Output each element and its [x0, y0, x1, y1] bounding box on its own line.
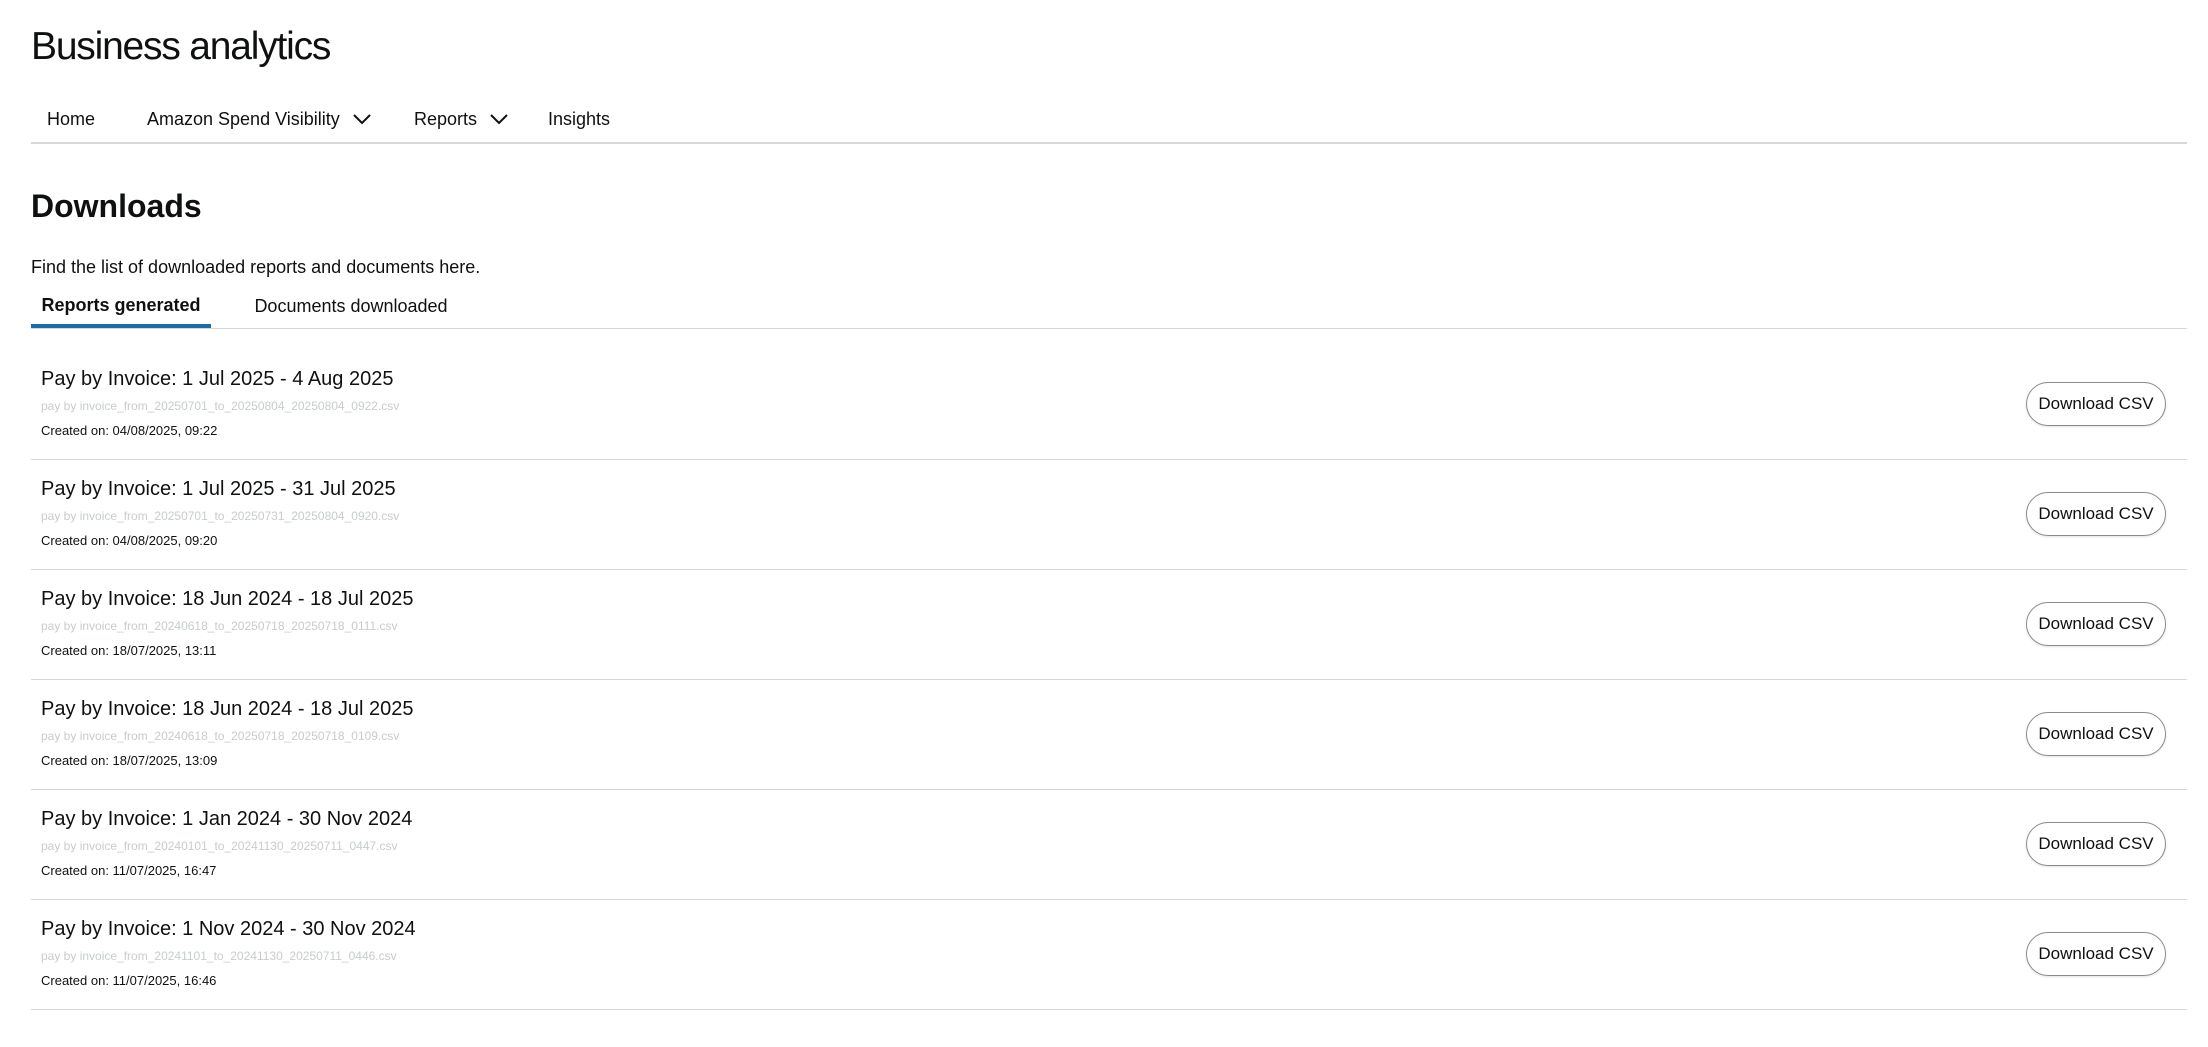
report-row: Pay by Invoice: 18 Jun 2024 - 18 Jul 202… — [31, 680, 2187, 790]
report-filename: pay by invoice_from_20250701_to_20250804… — [41, 399, 400, 413]
nav-item-label: Amazon Spend Visibility — [147, 108, 340, 129]
report-filename: pay by invoice_from_20241101_to_20241130… — [41, 949, 397, 963]
chevron-down-icon — [353, 114, 371, 125]
report-row: Pay by Invoice: 1 Nov 2024 - 30 Nov 2024… — [31, 900, 2187, 1010]
download-csv-button[interactable]: Download CSV — [2026, 602, 2166, 646]
report-filename: pay by invoice_from_20250701_to_20250731… — [41, 509, 400, 523]
download-csv-button[interactable]: Download CSV — [2026, 492, 2166, 536]
report-created-date: Created on: 11/07/2025, 16:46 — [41, 973, 217, 988]
report-row: Pay by Invoice: 18 Jun 2024 - 18 Jul 202… — [31, 570, 2187, 680]
report-list: Pay by Invoice: 1 Jul 2025 - 4 Aug 2025 … — [31, 350, 2187, 1010]
download-csv-button[interactable]: Download CSV — [2026, 382, 2166, 426]
report-row: Pay by Invoice: 1 Jul 2025 - 4 Aug 2025 … — [31, 350, 2187, 460]
nav-item-label: Reports — [414, 108, 478, 129]
nav-item-label: Home — [47, 108, 96, 129]
nav-item-label: Insights — [548, 108, 611, 129]
downloads-description: Find the list of downloaded reports and … — [31, 257, 481, 277]
report-created-date: Created on: 04/08/2025, 09:20 — [41, 533, 218, 548]
report-title: Pay by Invoice: 1 Jul 2025 - 4 Aug 2025 — [41, 368, 394, 390]
download-csv-button[interactable]: Download CSV — [2026, 932, 2166, 976]
report-filename: pay by invoice_from_20240618_to_20250718… — [41, 729, 400, 743]
report-title: Pay by Invoice: 1 Jan 2024 - 30 Nov 2024 — [41, 808, 413, 830]
report-created-date: Created on: 18/07/2025, 13:09 — [41, 753, 218, 768]
report-filename: pay by invoice_from_20240101_to_20241130… — [41, 839, 398, 853]
nav-item-amazon-spend-visibility[interactable]: Amazon Spend Visibility — [147, 96, 372, 142]
report-row: Pay by Invoice: 1 Jan 2024 - 30 Nov 2024… — [31, 790, 2187, 900]
tab-documents-downloaded[interactable]: Documents downloaded — [227, 286, 475, 326]
report-created-date: Created on: 04/08/2025, 09:22 — [41, 423, 218, 438]
report-created-date: Created on: 18/07/2025, 13:11 — [41, 643, 217, 658]
app-title: Business analytics — [31, 25, 331, 68]
nav-item-insights[interactable]: Insights — [548, 96, 610, 142]
nav-item-home[interactable]: Home — [47, 96, 95, 142]
tab-reports-generated[interactable]: Reports generated — [31, 286, 211, 328]
downloads-tabs: Reports generated Documents downloaded — [31, 286, 2187, 329]
nav-item-reports[interactable]: Reports — [414, 96, 509, 142]
report-title: Pay by Invoice: 1 Jul 2025 - 31 Jul 2025 — [41, 478, 396, 500]
report-created-date: Created on: 11/07/2025, 16:47 — [41, 863, 217, 878]
downloads-heading: Downloads — [31, 188, 202, 224]
report-title: Pay by Invoice: 18 Jun 2024 - 18 Jul 202… — [41, 588, 414, 610]
top-navigation: Home Amazon Spend Visibility Reports Ins… — [31, 96, 2187, 144]
report-row: Pay by Invoice: 1 Jul 2025 - 31 Jul 2025… — [31, 460, 2187, 570]
report-title: Pay by Invoice: 18 Jun 2024 - 18 Jul 202… — [41, 698, 414, 720]
download-csv-button[interactable]: Download CSV — [2026, 822, 2166, 866]
download-csv-button[interactable]: Download CSV — [2026, 712, 2166, 756]
report-filename: pay by invoice_from_20240618_to_20250718… — [41, 619, 398, 633]
chevron-down-icon — [490, 114, 508, 125]
report-title: Pay by Invoice: 1 Nov 2024 - 30 Nov 2024 — [41, 918, 416, 940]
